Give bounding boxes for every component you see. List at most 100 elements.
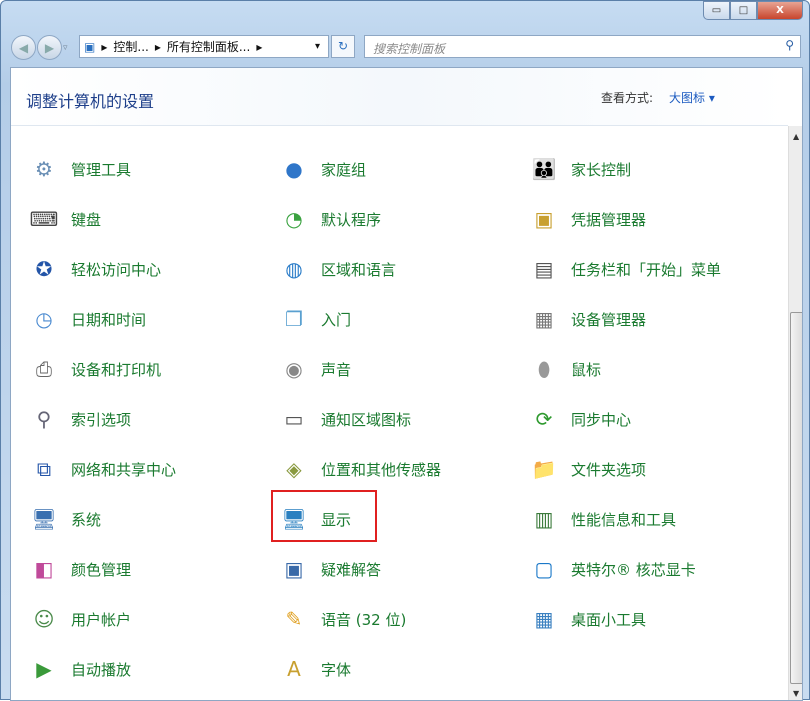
control-panel-item[interactable]: ⌨ 键盘 — [27, 199, 101, 239]
item-icon: ◉ — [277, 352, 311, 386]
recent-pages-dropdown[interactable]: ▿ — [63, 43, 68, 53]
item-icon: ✎ — [277, 602, 311, 636]
search-icon[interactable]: ⚲ — [785, 38, 794, 52]
item-icon: A — [277, 652, 311, 686]
address-dropdown-icon[interactable]: ▾ — [315, 41, 320, 52]
item-icon: 👪 — [527, 152, 561, 186]
item-icon: ◧ — [27, 552, 61, 586]
control-panel-item[interactable]: ▶自动播放 — [27, 649, 131, 689]
item-icon: ⚲ — [27, 402, 61, 436]
item-icon: ⌨ — [27, 202, 61, 236]
item-icon: ⚙ — [27, 152, 61, 186]
item-icon: ❐ — [277, 302, 311, 336]
back-button[interactable]: ◀ — [11, 35, 36, 60]
content-header: 调整计算机的设置 查看方式: 大图标 ▾ — [11, 68, 788, 126]
item-label: 英特尔® 核芯显卡 — [571, 559, 696, 580]
forward-button[interactable]: ▶ — [37, 35, 62, 60]
control-panel-item[interactable]: ⧉网络和共享中心 — [27, 449, 176, 489]
item-icon: ⎙ — [27, 352, 61, 386]
item-label: 网络和共享中心 — [71, 459, 176, 480]
control-panel-item[interactable]: ▤任务栏和「开始」菜单 — [527, 249, 721, 289]
item-icon: ◍ — [277, 252, 311, 286]
item-label: 桌面小工具 — [571, 609, 646, 630]
item-icon: ☺ — [27, 602, 61, 636]
control-panel-item[interactable]: ●家庭组 — [277, 149, 366, 189]
control-panel-item[interactable]: ✪轻松访问中心 — [27, 249, 161, 289]
control-panel-item[interactable]: ▢ 英特尔® 核芯显卡 — [527, 549, 696, 589]
control-panel-item[interactable]: 👪家长控制 — [527, 149, 631, 189]
item-label: 声音 — [321, 359, 351, 380]
control-panel-item[interactable]: ◍区域和语言 — [277, 249, 396, 289]
item-label: 系统 — [71, 509, 101, 530]
scrollbar-thumb[interactable] — [790, 312, 803, 684]
item-icon: ▢ — [527, 552, 561, 586]
control-panel-item[interactable]: ❐入门 — [277, 299, 351, 339]
item-label: 语音 (32 位) — [321, 609, 406, 630]
control-panel-icon: ▣ — [84, 40, 95, 54]
control-panel-item[interactable]: A 字体 — [277, 649, 351, 689]
control-panel-item[interactable]: ▦ 设备管理器 — [527, 299, 646, 339]
view-by-dropdown[interactable]: 大图标 ▾ — [669, 89, 715, 106]
control-panel-item[interactable]: ☺用户帐户 — [27, 599, 131, 639]
control-panel-item[interactable]: ◈ 位置和其他传感器 — [277, 449, 441, 489]
maximize-button[interactable]: □ — [730, 1, 757, 20]
item-icon: 🖥 — [27, 502, 61, 536]
item-label: 字体 — [321, 659, 351, 680]
control-panel-item[interactable]: ◧ 颜色管理 — [27, 549, 131, 589]
item-label: 同步中心 — [571, 409, 631, 430]
control-panel-item[interactable]: ⬮鼠标 — [527, 349, 601, 389]
address-bar[interactable]: ▣ ▸ 控制... ▸ 所有控制面板... ▸ ▾ — [79, 35, 329, 58]
item-label: 日期和时间 — [71, 309, 146, 330]
control-panel-item[interactable]: ▭通知区域图标 — [277, 399, 411, 439]
control-panel-item[interactable]: ✎ 语音 (32 位) — [277, 599, 406, 639]
item-label: 管理工具 — [71, 159, 131, 180]
scroll-down-icon[interactable]: ▼ — [793, 689, 799, 698]
control-panel-item[interactable]: ▦桌面小工具 — [527, 599, 646, 639]
item-icon: ◈ — [277, 452, 311, 486]
content-pane: ⚙ 管理工具 ●家庭组 👪家长控制 ⌨ 键盘 ◔ 默认程序 ▣凭据管理器 ✪轻松访问中心 ◍区域和语… — [10, 67, 803, 701]
breadcrumb-separator: ▸ — [101, 40, 107, 54]
refresh-button[interactable]: ↻ — [331, 35, 355, 58]
item-label: 设备管理器 — [571, 309, 646, 330]
close-button[interactable]: X — [757, 1, 803, 20]
control-panel-item[interactable]: 🖥 系统 — [27, 499, 101, 539]
item-icon: ⟳ — [527, 402, 561, 436]
control-panel-item[interactable]: ⟳ 同步中心 — [527, 399, 631, 439]
control-panel-item[interactable]: ◷日期和时间 — [27, 299, 146, 339]
breadcrumb-all-items[interactable]: 所有控制面板... — [167, 38, 250, 55]
item-icon: ▣ — [277, 552, 311, 586]
control-panel-item[interactable]: ▣疑难解答 — [277, 549, 381, 589]
item-icon: ✪ — [27, 252, 61, 286]
control-panel-item[interactable]: ▣凭据管理器 — [527, 199, 646, 239]
control-panel-item[interactable]: ◔ 默认程序 — [277, 199, 381, 239]
item-label: 颜色管理 — [71, 559, 131, 580]
breadcrumb-control-panel[interactable]: 控制... — [113, 38, 148, 55]
scroll-up-icon[interactable]: ▲ — [793, 132, 799, 141]
minimize-button[interactable]: ▭ — [703, 1, 730, 20]
control-panel-item[interactable]: ⚲ 索引选项 — [27, 399, 131, 439]
control-panel-item[interactable]: ▥性能信息和工具 — [527, 499, 676, 539]
highlight-box — [271, 490, 377, 542]
item-label: 索引选项 — [71, 409, 131, 430]
control-panel-item[interactable]: ◉ 声音 — [277, 349, 351, 389]
control-panel-item[interactable]: 📁文件夹选项 — [527, 449, 646, 489]
control-panel-item[interactable]: ⚙ 管理工具 — [27, 149, 131, 189]
item-icon: ⬮ — [527, 352, 561, 386]
item-icon: ◔ — [277, 202, 311, 236]
breadcrumb-separator: ▸ — [155, 40, 161, 54]
search-input[interactable]: 搜索控制面板 ⚲ — [364, 35, 801, 58]
item-label: 文件夹选项 — [571, 459, 646, 480]
vertical-scrollbar[interactable]: ▲ ▼ — [788, 126, 803, 701]
caption-buttons: ▭ □ X — [703, 1, 803, 20]
view-by-label: 查看方式: — [601, 89, 653, 106]
item-icon: ● — [277, 152, 311, 186]
item-label: 默认程序 — [321, 209, 381, 230]
control-panel-window: ▭ □ X ◀ ▶ ▿ ▣ ▸ 控制... ▸ 所有控制面板... ▸ ▾ ↻ … — [0, 0, 810, 700]
item-label: 设备和打印机 — [71, 359, 161, 380]
item-icon: ▤ — [527, 252, 561, 286]
item-label: 位置和其他传感器 — [321, 459, 441, 480]
item-icon: ▣ — [527, 202, 561, 236]
item-icon: ▦ — [527, 302, 561, 336]
control-panel-item[interactable]: ⎙ 设备和打印机 — [27, 349, 161, 389]
item-label: 键盘 — [71, 209, 101, 230]
